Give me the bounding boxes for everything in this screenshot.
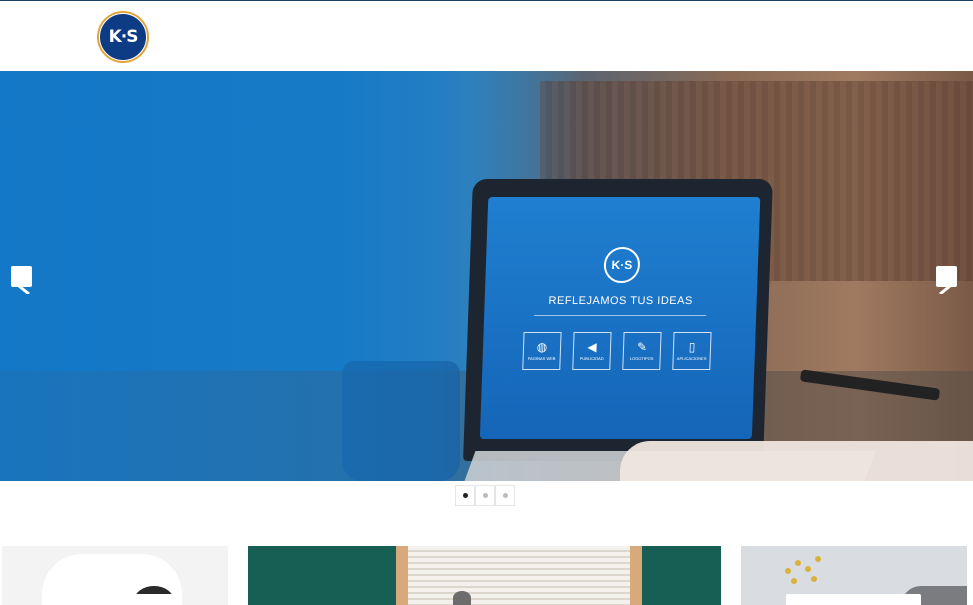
mobile-icon: ▯: [688, 340, 696, 354]
portfolio-cards: [0, 546, 973, 605]
chevron-right-icon: [939, 276, 953, 294]
slider-prev-button[interactable]: [11, 266, 33, 294]
tile-aplicaciones: ▯ APLICACIONES: [672, 332, 712, 370]
brand-logo-text: K·S: [99, 13, 147, 61]
card-3-button[interactable]: [786, 594, 921, 605]
tile-publicidad: ◀ PUBLICIDAD: [572, 332, 612, 370]
portfolio-card-1[interactable]: [2, 546, 228, 605]
tagline-divider: [534, 315, 707, 316]
chevron-left-icon: [16, 276, 30, 294]
laptop-display: K·S REFLEJAMOS TUS IDEAS ◍ PAGINAS WEB ◀…: [479, 197, 761, 439]
tile-label: PUBLICIDAD: [579, 356, 604, 361]
card-1-button[interactable]: [54, 594, 178, 605]
portfolio-card-2[interactable]: [248, 546, 721, 605]
tile-label: LOGOTIPOS: [629, 356, 654, 361]
portfolio-card-3[interactable]: [741, 546, 967, 605]
tile-paginas-web: ◍ PAGINAS WEB: [522, 332, 562, 370]
globe-icon: ◍: [536, 340, 548, 354]
screen-logo: K·S: [603, 247, 641, 283]
dot-marker: [462, 493, 468, 498]
brand-logo[interactable]: K·S: [97, 11, 149, 63]
blinds-image: [408, 546, 630, 605]
tile-logotipos: ✎ LOGOTIPOS: [622, 332, 662, 370]
slider-pagination: [455, 485, 515, 507]
dot-marker: [482, 493, 488, 498]
slide-tagline: REFLEJAMOS TUS IDEAS: [548, 295, 694, 307]
site-header: K·S: [0, 1, 973, 71]
laptop-image: K·S REFLEJAMOS TUS IDEAS ◍ PAGINAS WEB ◀…: [463, 179, 773, 461]
megaphone-icon: ◀: [587, 340, 597, 354]
slide-dot-2[interactable]: [475, 485, 495, 506]
slide-dot-1[interactable]: [455, 485, 475, 506]
tile-label: APLICACIONES: [676, 356, 707, 361]
tile-label: PAGINAS WEB: [527, 356, 556, 361]
slider-next-button[interactable]: [936, 266, 958, 294]
service-tiles: ◍ PAGINAS WEB ◀ PUBLICIDAD ✎ LOGOTIPOS ▯…: [522, 332, 735, 370]
plant-image: [453, 591, 471, 605]
pencil-icon: ✎: [636, 340, 648, 354]
dot-marker: [502, 493, 508, 498]
hero-slider: K·S REFLEJAMOS TUS IDEAS ◍ PAGINAS WEB ◀…: [0, 71, 973, 481]
slide-dot-3[interactable]: [495, 485, 515, 506]
hands-image: [620, 441, 973, 481]
